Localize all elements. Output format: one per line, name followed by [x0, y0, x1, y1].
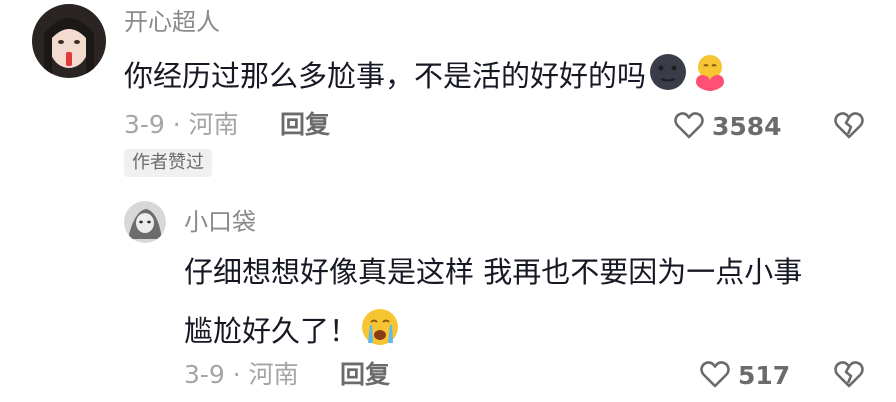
reply-like-button[interactable]: 517 [698, 357, 790, 395]
reply-text-line2-body: 尴尬好久了！ [184, 314, 359, 348]
reply-like-count: 517 [738, 361, 791, 390]
comment-like-button[interactable]: 3584 [672, 108, 782, 146]
reply-avatar[interactable] [124, 201, 166, 243]
comment-date-location: 3-9 · 河南 [124, 110, 239, 139]
comment-username[interactable]: 开心超人 [124, 8, 220, 36]
broken-heart-icon [832, 112, 866, 146]
heart-outline-icon [672, 108, 706, 146]
reply-date-location: 3-9 · 河南 [184, 360, 299, 389]
reply-text-line2: 尴尬好久了！ [184, 307, 400, 357]
reply-text-line1: 仔细想想好像真是这样 我再也不要因为一点小事 [184, 255, 803, 289]
reply-reply-button[interactable]: 回复 [340, 360, 390, 390]
crying-face-emoji [360, 307, 400, 357]
author-liked-badge: 作者赞过 [124, 149, 212, 177]
comment-text-body: 你经历过那么多尬事，不是活的好好的吗 [124, 59, 647, 93]
avatar[interactable] [32, 4, 106, 78]
comment-like-count: 3584 [712, 112, 782, 141]
comment-dislike-button[interactable] [832, 108, 866, 146]
broken-heart-icon [832, 361, 866, 395]
reply-username[interactable]: 小口袋 [184, 208, 256, 236]
heart-outline-icon [698, 357, 732, 395]
dark-moon-face-emoji [648, 52, 688, 102]
comment-reply-button[interactable]: 回复 [280, 110, 330, 140]
hug-heart-emoji [690, 52, 730, 102]
reply-dislike-button[interactable] [832, 357, 866, 395]
comment-text: 你经历过那么多尬事，不是活的好好的吗 [124, 52, 730, 102]
